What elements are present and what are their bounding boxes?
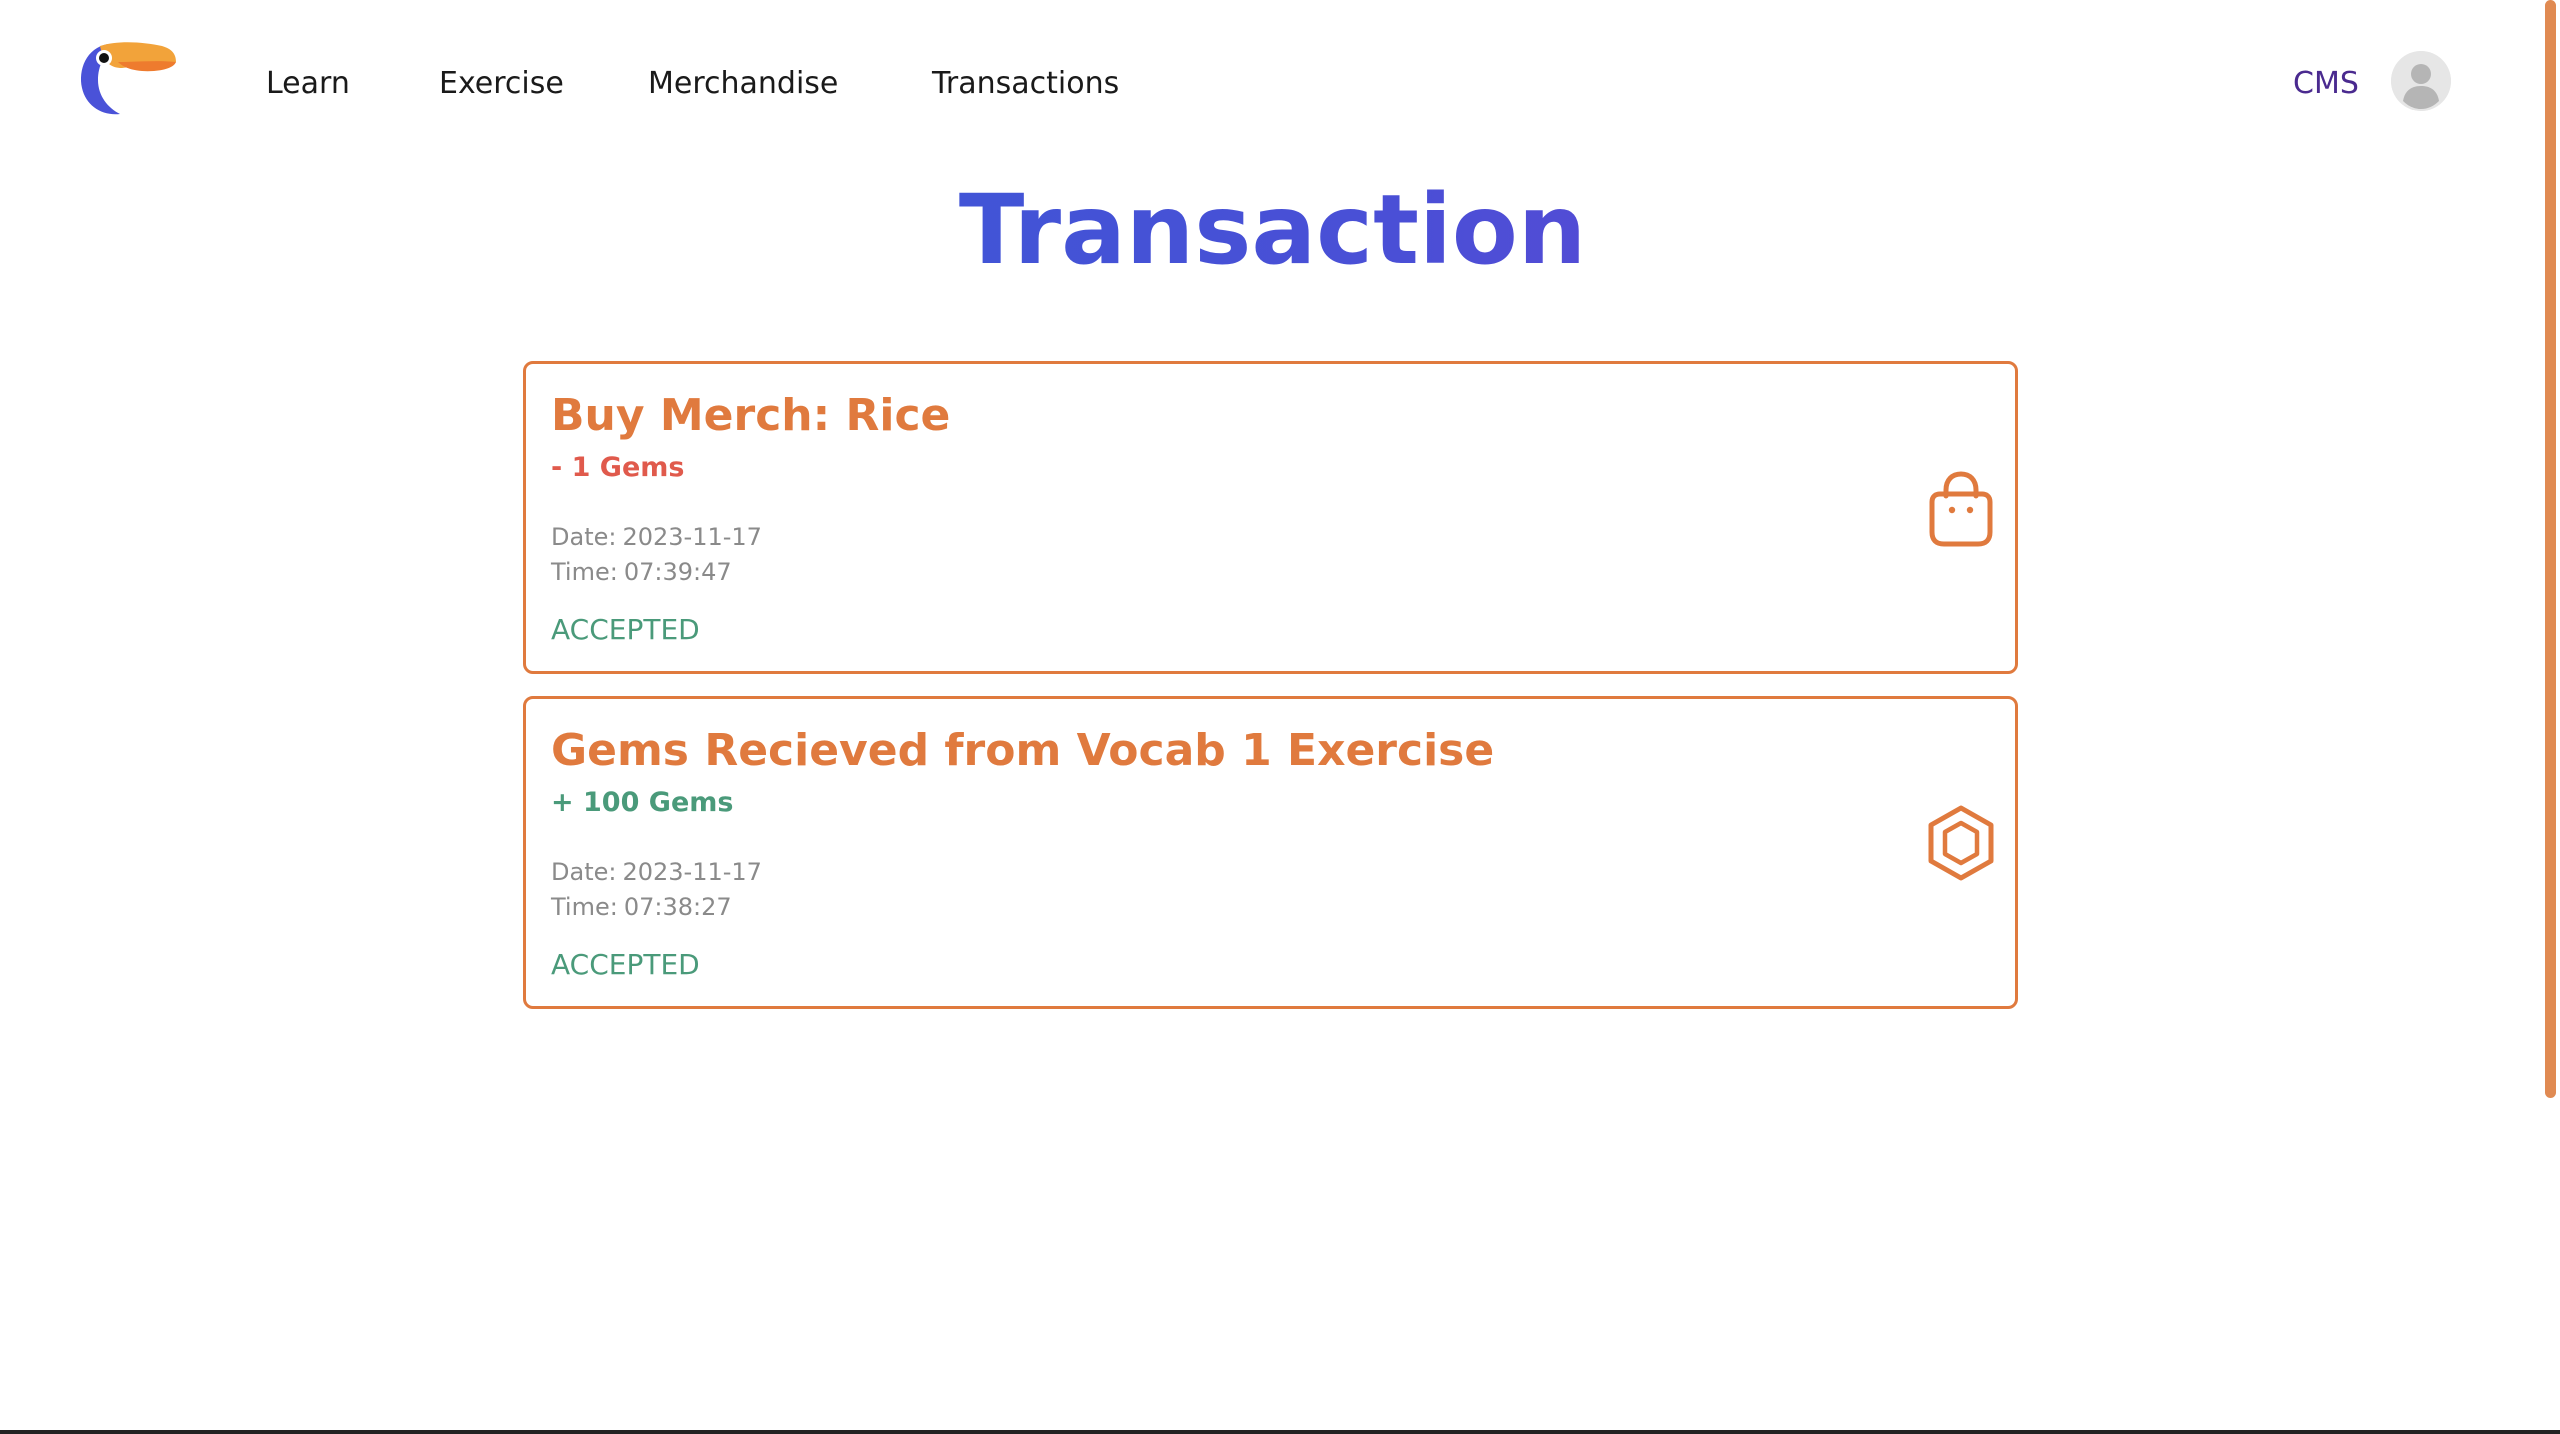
transaction-title: Gems Recieved from Vocab 1 Exercise [551, 725, 1495, 776]
transaction-time: Time: 07:38:27 [551, 890, 732, 924]
page-scrollbar[interactable] [2545, 0, 2560, 1434]
transaction-time: Time: 07:39:47 [551, 555, 732, 589]
date-label: Date: [551, 523, 617, 551]
time-value: 07:38:27 [623, 893, 732, 921]
window-bottom-edge [0, 1430, 2560, 1434]
transaction-status: ACCEPTED [551, 948, 700, 981]
scrollbar-thumb[interactable] [2545, 0, 2556, 1098]
transaction-card: Gems Recieved from Vocab 1 Exercise + 10… [523, 696, 2018, 1009]
transaction-card: Buy Merch: Rice - 1 Gems Date: 2023-11-17… [523, 361, 2018, 674]
date-label: Date: [551, 858, 617, 886]
time-label: Time: [551, 893, 618, 921]
date-value: 2023-11-17 [622, 523, 762, 551]
toucan-logo[interactable] [78, 40, 178, 120]
transaction-status: ACCEPTED [551, 613, 700, 646]
transaction-title: Buy Merch: Rice [551, 390, 951, 441]
time-value: 07:39:47 [623, 558, 732, 586]
shopping-bag-icon [1916, 464, 2006, 554]
user-avatar-icon[interactable] [2391, 51, 2451, 111]
page-title: Transaction [0, 170, 2545, 290]
gem-icon [1916, 799, 2006, 889]
transaction-date: Date: 2023-11-17 [551, 855, 762, 889]
nav-transactions[interactable]: Transactions [932, 62, 1119, 106]
page: Learn Exercise Merchandise Transactions … [0, 0, 2560, 1434]
nav-merchandise[interactable]: Merchandise [648, 62, 838, 106]
nav-learn[interactable]: Learn [266, 62, 350, 106]
navbar: Learn Exercise Merchandise Transactions … [0, 0, 2545, 168]
date-value: 2023-11-17 [622, 858, 762, 886]
transaction-amount: + 100 Gems [551, 787, 734, 818]
transaction-date: Date: 2023-11-17 [551, 520, 762, 554]
nav-cms[interactable]: CMS [2293, 62, 2359, 106]
nav-exercise[interactable]: Exercise [439, 62, 564, 106]
time-label: Time: [551, 558, 618, 586]
transaction-amount: - 1 Gems [551, 452, 685, 483]
